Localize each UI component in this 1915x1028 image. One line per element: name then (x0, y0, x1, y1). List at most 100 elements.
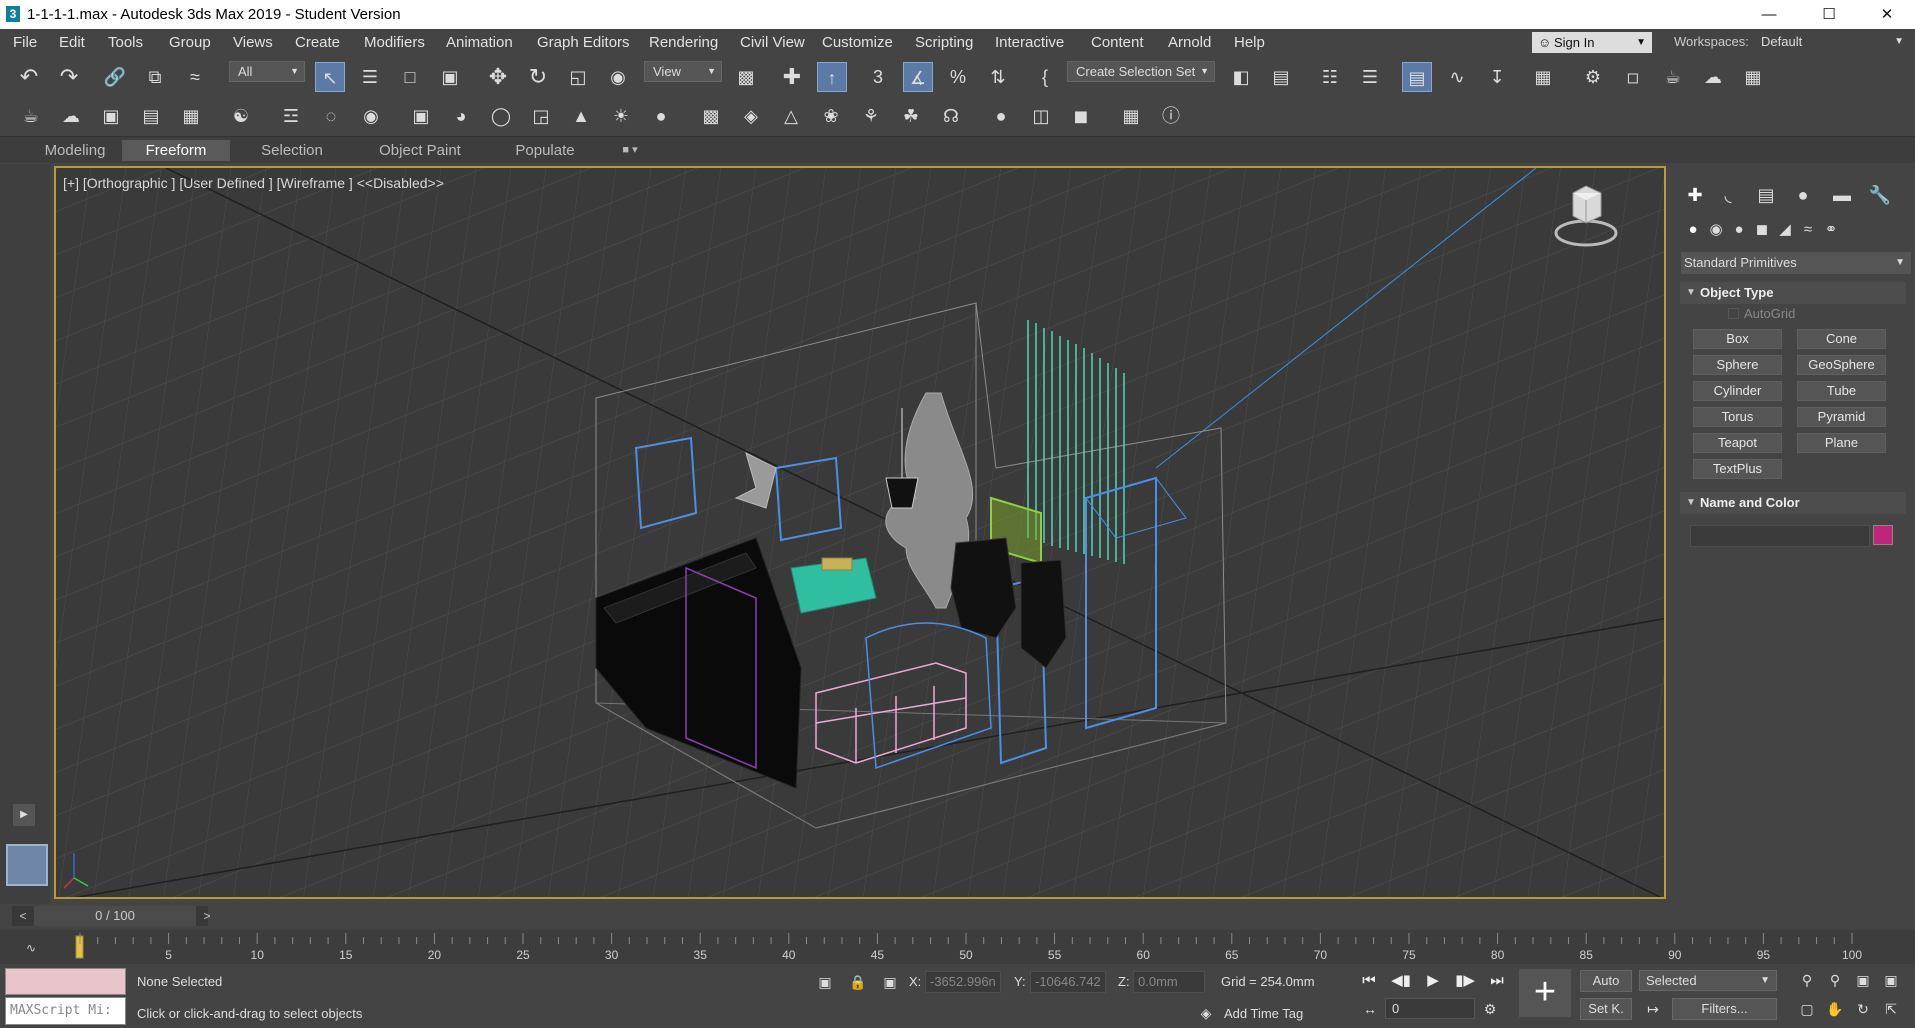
next-frame-icon[interactable]: ▮▶ (1452, 969, 1478, 993)
viewport-layout-thumbnail[interactable] (6, 844, 48, 886)
go-to-end-icon[interactable]: ⏭ (1484, 969, 1510, 993)
zoom-icon[interactable]: ⚲ (1797, 970, 1817, 990)
systems-category-icon[interactable]: ⚭ (1818, 217, 1844, 243)
object-color-swatch[interactable] (1873, 525, 1893, 545)
fur-icon[interactable]: ☘ (896, 101, 926, 131)
menu-content[interactable]: Content (1091, 34, 1144, 51)
key-filters-button[interactable]: Filters... (1672, 998, 1777, 1020)
pivot-center-icon[interactable]: ▩ (731, 62, 761, 92)
menu-graph-editors[interactable]: Graph Editors (537, 34, 630, 51)
auto-key-button[interactable]: Auto (1580, 970, 1632, 992)
named-selection-set-select[interactable]: Create Selection Set ▼ (1067, 61, 1215, 82)
menu-civil-view[interactable]: Civil View (740, 34, 805, 51)
dome-light-icon[interactable]: ◕ (446, 101, 476, 131)
zoom-region-icon[interactable]: ▢ (1797, 999, 1817, 1019)
tab-modeling[interactable]: Modeling (28, 140, 122, 161)
unlink-icon[interactable]: ⧉ (140, 62, 170, 92)
percent-snap-icon[interactable]: % (943, 62, 973, 92)
isolate-selection-icon[interactable]: ▣ (815, 972, 835, 992)
sign-in-button[interactable]: ☺ Sign In ▼ (1532, 32, 1652, 53)
menu-modifiers[interactable]: Modifiers (364, 34, 425, 51)
render-cloud-icon[interactable]: ☁ (1698, 62, 1728, 92)
cone-button[interactable]: Cone (1797, 329, 1886, 349)
close-button[interactable]: ✕ (1859, 0, 1915, 29)
redo-icon[interactable]: ↷ (54, 62, 84, 92)
volume-icon[interactable]: ▩ (696, 101, 726, 131)
add-time-tag-button[interactable]: Add Time Tag (1224, 1006, 1303, 1021)
rotate-icon[interactable]: ↻ (523, 62, 553, 92)
maxscript-mini-listener[interactable]: MAXScript Mi: (5, 997, 126, 1025)
material-editor-icon[interactable]: ▦ (1528, 62, 1558, 92)
viewport-label[interactable]: [+] [Orthographic ] [User Defined ] [Wir… (63, 175, 444, 191)
toggle-ribbon-icon[interactable]: ▤ (1402, 62, 1432, 92)
zoom-extents-icon[interactable]: ▣ (1853, 970, 1873, 990)
schematic-view-icon[interactable]: ↧ (1482, 62, 1512, 92)
cloud-icon[interactable]: ☁ (56, 101, 86, 131)
play-icon[interactable]: ▶ (1420, 969, 1446, 993)
cameras-icon[interactable]: ◉ (356, 101, 386, 131)
menu-group[interactable]: Group (169, 34, 211, 51)
render-view-icon[interactable]: ◼ (1066, 101, 1096, 131)
key-filter-select[interactable]: Selected ▼ (1639, 970, 1777, 991)
tab-selection[interactable]: Selection (240, 140, 344, 161)
scene-explorer-icon[interactable]: ☷ (1315, 62, 1345, 92)
snaps-toggle-icon[interactable]: 3​ (863, 62, 893, 92)
scale-icon[interactable]: ◱ (563, 62, 593, 92)
menu-help[interactable]: Help (1234, 34, 1265, 51)
window-crossing-icon[interactable]: ▣ (435, 62, 465, 92)
menu-scripting[interactable]: Scripting (915, 34, 973, 51)
place-icon[interactable]: ◉ (603, 62, 633, 92)
geosphere-button[interactable]: GeoSphere (1797, 355, 1886, 375)
tab-populate[interactable]: Populate (496, 140, 594, 161)
time-slider-thumb[interactable]: 0 / 100 (34, 906, 196, 926)
hair-icon[interactable]: ⚘ (856, 101, 886, 131)
utilities-tab-icon[interactable]: 🔧 (1867, 182, 1893, 208)
skydome-light-icon[interactable]: ● (646, 101, 676, 131)
reference-coordinate-select[interactable]: View ▼ (644, 61, 722, 82)
selection-lock-icon[interactable]: 🔒 (848, 972, 868, 992)
key-mode-toggle-icon[interactable]: ↔ (1360, 999, 1380, 1019)
create-tab-icon[interactable]: ✚ (1682, 182, 1708, 208)
online-gallery-icon[interactable]: ▦ (1738, 62, 1768, 92)
pyramid-button[interactable]: Pyramid (1797, 407, 1886, 427)
cone-light-icon[interactable]: ▲ (566, 101, 596, 131)
select-manipulate-icon[interactable]: ✚ (777, 62, 807, 92)
sphere-light-icon[interactable]: ◯ (486, 101, 516, 131)
angle-snap-icon[interactable]: ∡ (903, 62, 933, 92)
mirror-icon[interactable]: ◧ (1226, 62, 1256, 92)
perspective-viewport[interactable]: [+] [Orthographic ] [User Defined ] [Wir… (54, 166, 1666, 899)
undo-icon[interactable]: ↶ (14, 62, 44, 92)
sun-light-icon[interactable]: ☀ (606, 101, 636, 131)
light-lister-icon[interactable]: ☯ (226, 101, 256, 131)
menu-views[interactable]: Views (233, 34, 273, 51)
link-icon[interactable]: 🔗 (100, 62, 130, 92)
menu-arnold[interactable]: Arnold (1168, 34, 1211, 51)
bind-spacewarp-icon[interactable]: ≈ (180, 62, 210, 92)
pan-view-icon[interactable]: ✋ (1825, 999, 1845, 1019)
log-icon[interactable]: ▦ (1116, 101, 1146, 131)
ribbon-options-icon[interactable]: ■ ▾ (610, 140, 650, 161)
teapot-icon[interactable]: ☕ (16, 101, 46, 131)
modify-tab-icon[interactable]: ◟ (1715, 182, 1741, 208)
z-coordinate-field[interactable]: 0.0mm (1133, 971, 1205, 993)
menu-interactive[interactable]: Interactive (995, 34, 1064, 51)
time-slider-next-button[interactable]: > (198, 906, 216, 926)
maximize-button[interactable]: ☐ (1801, 0, 1857, 29)
select-object-icon[interactable]: ↖ (315, 62, 345, 92)
edit-named-selection-icon[interactable]: { (1030, 62, 1060, 92)
tab-freeform[interactable]: Freeform (122, 140, 230, 161)
sphere-button[interactable]: Sphere (1693, 355, 1782, 375)
torus-button[interactable]: Torus (1693, 407, 1782, 427)
procedural-icon[interactable]: ❀ (816, 101, 846, 131)
spinner-snap-icon[interactable]: ⇅ (983, 62, 1013, 92)
maxscript-listener-output[interactable] (5, 968, 126, 995)
keyboard-shortcut-override-icon[interactable]: ↑ (817, 62, 847, 92)
motion-tab-icon[interactable]: ● (1790, 182, 1816, 208)
curve-editor-icon[interactable]: ∿ (1442, 62, 1472, 92)
layer-explorer-icon[interactable]: ☰ (1355, 62, 1385, 92)
menu-animation[interactable]: Animation (446, 34, 513, 51)
table-icon[interactable]: ▦ (176, 101, 206, 131)
render-setup-icon[interactable]: ⚙ (1578, 62, 1608, 92)
help-icon[interactable]: ⓘ (1156, 101, 1186, 131)
set-key-mode-button[interactable]: Set K. (1580, 998, 1632, 1020)
